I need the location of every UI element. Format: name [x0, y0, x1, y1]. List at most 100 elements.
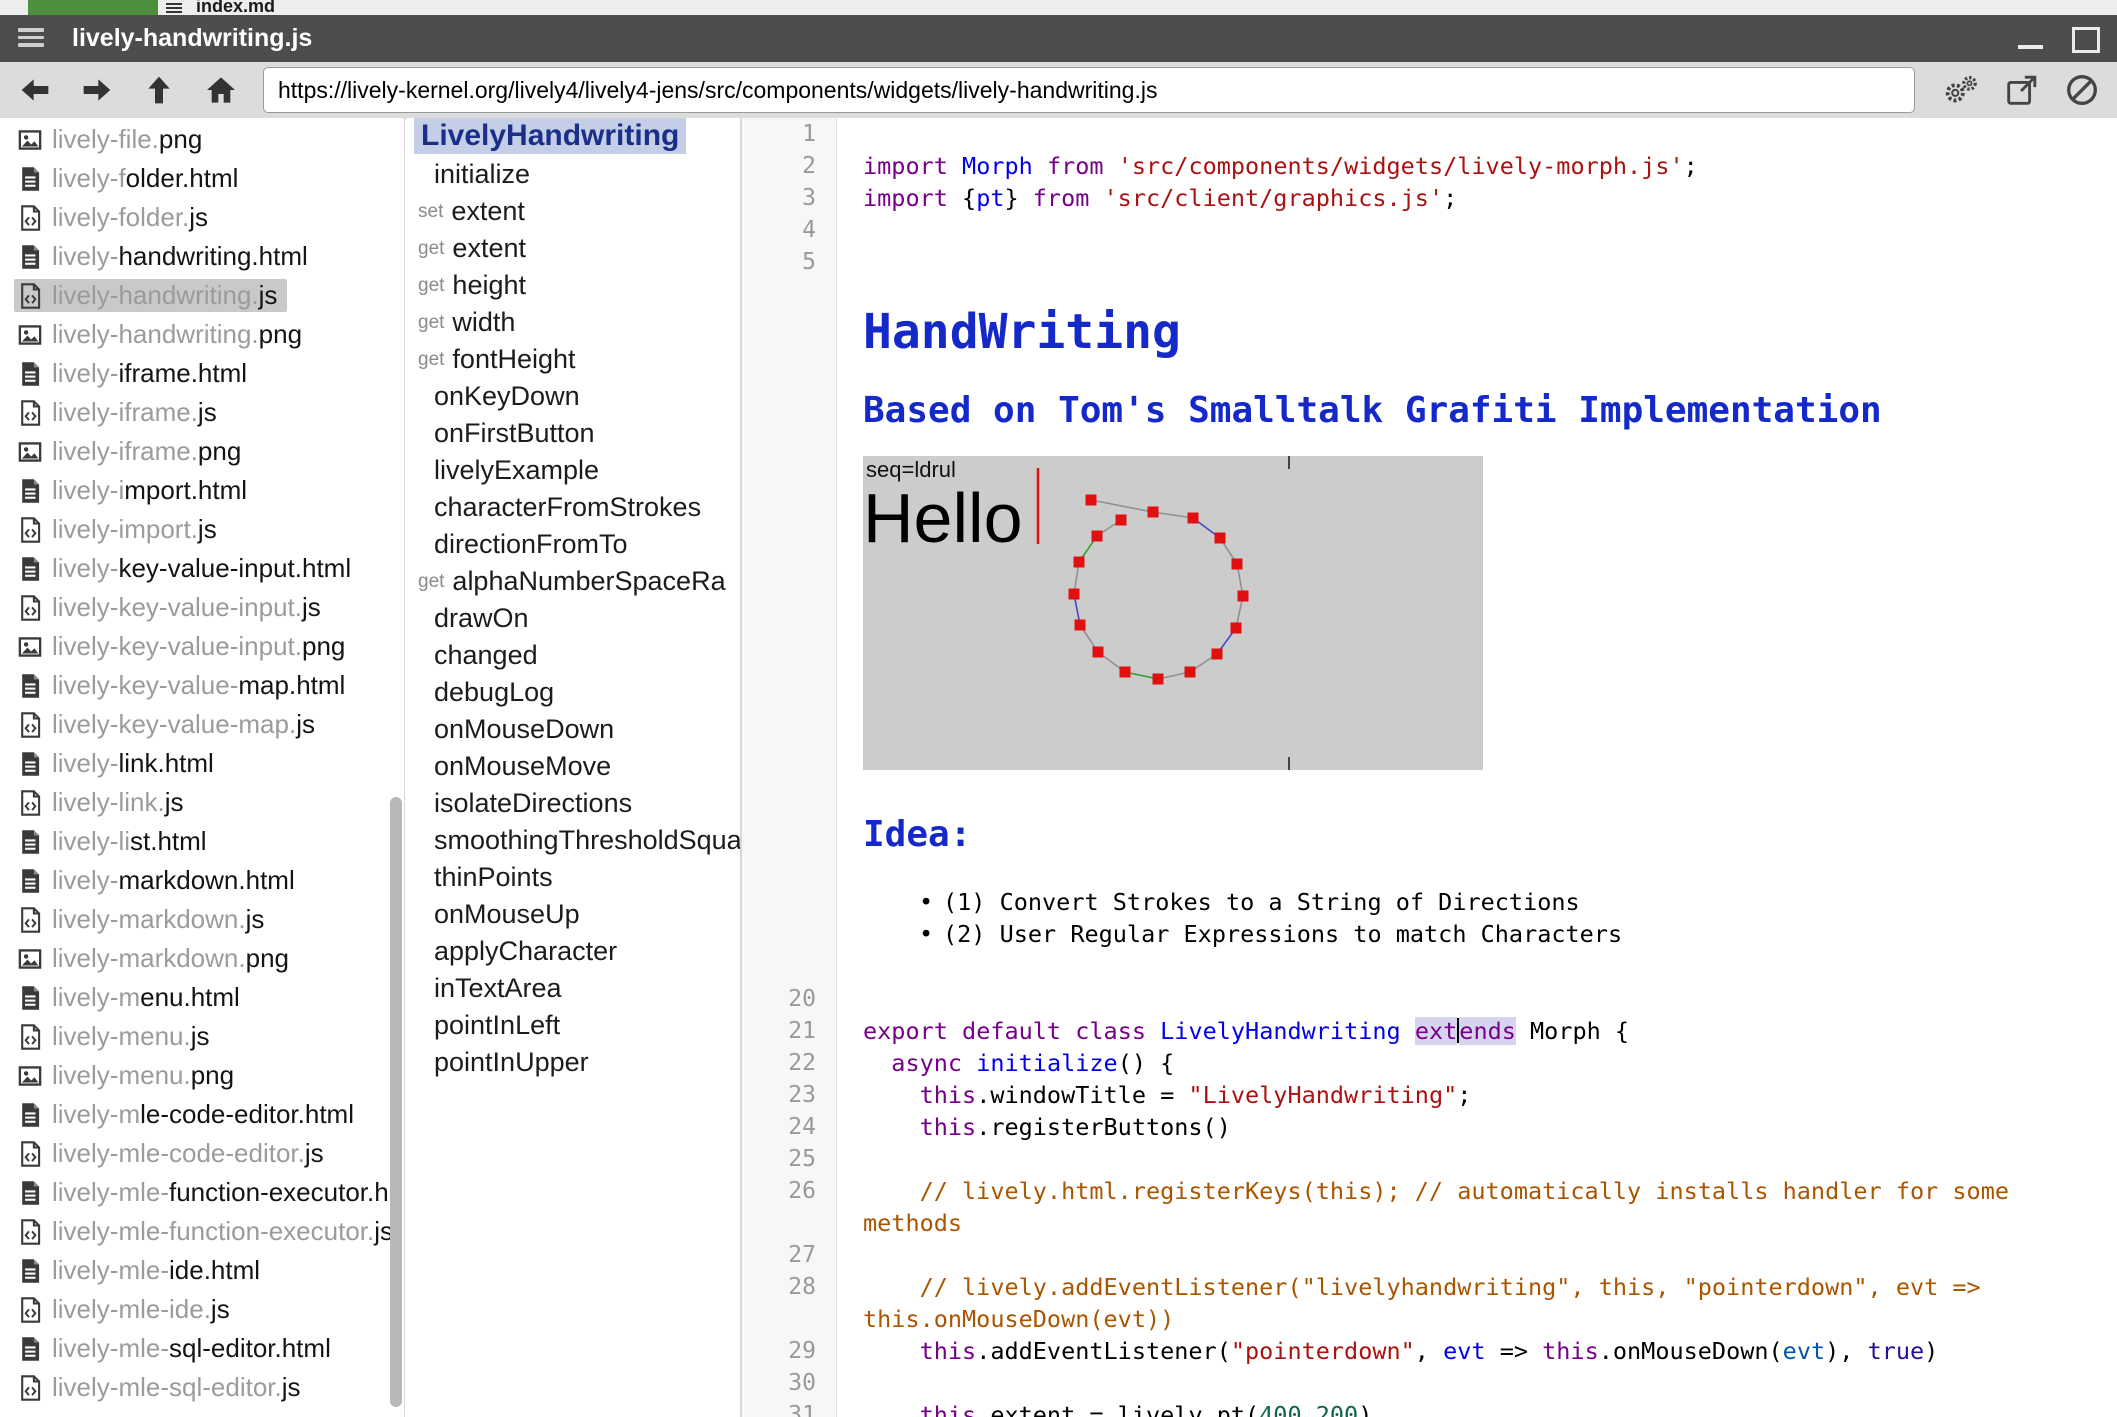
file-item[interactable]: lively-menu.js	[0, 1017, 404, 1056]
open-external-button[interactable]	[2000, 68, 2044, 112]
outline-item[interactable]: drawOn	[406, 600, 740, 637]
outline-item[interactable]: getextent	[406, 230, 740, 267]
home-button[interactable]	[198, 67, 244, 113]
code-row[interactable]: 31 this.extent = lively.pt(400,200)	[742, 1399, 2117, 1417]
block-button[interactable]	[2060, 68, 2104, 112]
outline-item[interactable]: getalphaNumberSpaceRa	[406, 563, 740, 600]
code-row[interactable]: 2import Morph from 'src/components/widge…	[742, 150, 2117, 182]
file-item[interactable]: lively-iframe.png	[0, 432, 404, 471]
file-item[interactable]: lively-mle-code-editor.js	[0, 1134, 404, 1173]
code-row[interactable]: 25	[742, 1143, 2117, 1175]
code-row[interactable]: 26 // lively.html.registerKeys(this); //…	[742, 1175, 2117, 1207]
outline-item[interactable]: changed	[406, 637, 740, 674]
code-row[interactable]: 3import {pt} from 'src/client/graphics.j…	[742, 182, 2117, 214]
outline-class-title[interactable]: LivelyHandwriting	[414, 118, 686, 154]
code-row[interactable]: 5	[742, 246, 2117, 278]
file-item[interactable]: lively-menu.png	[0, 1056, 404, 1095]
code-row[interactable]: 24 this.registerButtons()	[742, 1111, 2117, 1143]
outline-item[interactable]: pointInLeft	[406, 1007, 740, 1044]
outline-item[interactable]: getwidth	[406, 304, 740, 341]
file-item[interactable]: lively-list.html	[0, 822, 404, 861]
file-item[interactable]: lively-mle-ide.html	[0, 1251, 404, 1290]
code-row[interactable]: 20	[742, 983, 2117, 1015]
sidebar-scrollbar-thumb[interactable]	[390, 797, 402, 1407]
file-name: lively-mle-ide.js	[52, 1294, 230, 1325]
code-editor[interactable]: 12import Morph from 'src/components/widg…	[741, 118, 2117, 1417]
maximize-button[interactable]	[2069, 23, 2101, 55]
outline-item[interactable]: characterFromStrokes	[406, 489, 740, 526]
stroke-point-marker	[1188, 513, 1199, 524]
code-row[interactable]: 30	[742, 1367, 2117, 1399]
file-item[interactable]: lively-import.js	[0, 510, 404, 549]
outline-item[interactable]: debugLog	[406, 674, 740, 711]
file-item[interactable]: lively-mle-sql-editor.html	[0, 1329, 404, 1368]
line-number: 3	[742, 182, 816, 214]
file-item[interactable]: lively-iframe.html	[0, 354, 404, 393]
file-name: lively-handwriting.png	[52, 319, 302, 350]
forward-button[interactable]	[74, 67, 120, 113]
line-number: 27	[742, 1239, 816, 1271]
outline-item[interactable]: setextent	[406, 193, 740, 230]
outline-item[interactable]: applyCharacter	[406, 933, 740, 970]
code-row[interactable]: 23 this.windowTitle = "LivelyHandwriting…	[742, 1079, 2117, 1111]
file-item[interactable]: lively-key-value-input.html	[0, 549, 404, 588]
code-row[interactable]: methods	[742, 1207, 2117, 1239]
file-item[interactable]: lively-key-value-input.png	[0, 627, 404, 666]
outline-item[interactable]: onMouseMove	[406, 748, 740, 785]
url-input[interactable]	[263, 67, 1915, 113]
file-item[interactable]: lively-key-value-map.js	[0, 705, 404, 744]
file-item[interactable]: lively-handwriting.html	[0, 237, 404, 276]
file-item[interactable]: lively-folder.js	[0, 198, 404, 237]
file-name-prefix: lively-handwriting.	[52, 319, 259, 349]
handwriting-canvas[interactable]: seq=ldrulHello	[863, 456, 1483, 770]
code-row[interactable]: 28 // lively.addEventListener("livelyhan…	[742, 1271, 2117, 1303]
file-item[interactable]: lively-file.png	[0, 120, 404, 159]
code-row[interactable]: 4	[742, 214, 2117, 246]
outline-item[interactable]: onMouseUp	[406, 896, 740, 933]
code-row[interactable]: 1	[742, 118, 2117, 150]
outline-item[interactable]: getfontHeight	[406, 341, 740, 378]
sidebar-scrollbar[interactable]	[389, 118, 404, 1417]
back-button[interactable]	[12, 67, 58, 113]
up-button[interactable]	[136, 67, 182, 113]
file-item[interactable]: lively-mle-code-editor.html	[0, 1095, 404, 1134]
file-item[interactable]: lively-key-value-map.html	[0, 666, 404, 705]
outline-item[interactable]: isolateDirections	[406, 785, 740, 822]
file-item[interactable]: lively-iframe.js	[0, 393, 404, 432]
file-item[interactable]: lively-mle-function-executor.js	[0, 1212, 404, 1251]
outline-item[interactable]: onFirstButton	[406, 415, 740, 452]
file-item[interactable]: lively-folder.html	[0, 159, 404, 198]
code-line: this.onMouseDown(evt))	[863, 1303, 2117, 1335]
code-row[interactable]: 21export default class LivelyHandwriting…	[742, 1015, 2117, 1047]
outline-item[interactable]: smoothingThresholdSqua	[406, 822, 740, 859]
outline-item[interactable]: onMouseDown	[406, 711, 740, 748]
outline-item[interactable]: getheight	[406, 267, 740, 304]
outline-item[interactable]: thinPoints	[406, 859, 740, 896]
file-item[interactable]: lively-handwriting.js	[0, 276, 404, 315]
code-row[interactable]: 22 async initialize() {	[742, 1047, 2117, 1079]
file-item[interactable]: lively-markdown.html	[0, 861, 404, 900]
file-item[interactable]: lively-handwriting.png	[0, 315, 404, 354]
file-item[interactable]: lively-markdown.js	[0, 900, 404, 939]
outline-item[interactable]: directionFromTo	[406, 526, 740, 563]
outline-item[interactable]: initialize	[406, 156, 740, 193]
code-row[interactable]: this.onMouseDown(evt))	[742, 1303, 2117, 1335]
menu-icon[interactable]	[18, 28, 44, 49]
outline-item[interactable]: livelyExample	[406, 452, 740, 489]
code-row[interactable]: 29 this.addEventListener("pointerdown", …	[742, 1335, 2117, 1367]
file-item[interactable]: lively-menu.html	[0, 978, 404, 1017]
outline-item[interactable]: pointInUpper	[406, 1044, 740, 1081]
file-item[interactable]: lively-key-value-input.js	[0, 588, 404, 627]
file-item[interactable]: lively-link.js	[0, 783, 404, 822]
outline-item[interactable]: inTextArea	[406, 970, 740, 1007]
minimize-button[interactable]	[2015, 23, 2047, 55]
file-item[interactable]: lively-mle-sql-editor.js	[0, 1368, 404, 1407]
file-item[interactable]: lively-markdown.png	[0, 939, 404, 978]
outline-item[interactable]: onKeyDown	[406, 378, 740, 415]
file-item[interactable]: lively-mle-ide.js	[0, 1290, 404, 1329]
file-item[interactable]: lively-import.html	[0, 471, 404, 510]
file-item[interactable]: lively-mle-function-executor.h	[0, 1173, 404, 1212]
code-row[interactable]: 27	[742, 1239, 2117, 1271]
settings-button[interactable]	[1938, 68, 1982, 112]
file-item[interactable]: lively-link.html	[0, 744, 404, 783]
